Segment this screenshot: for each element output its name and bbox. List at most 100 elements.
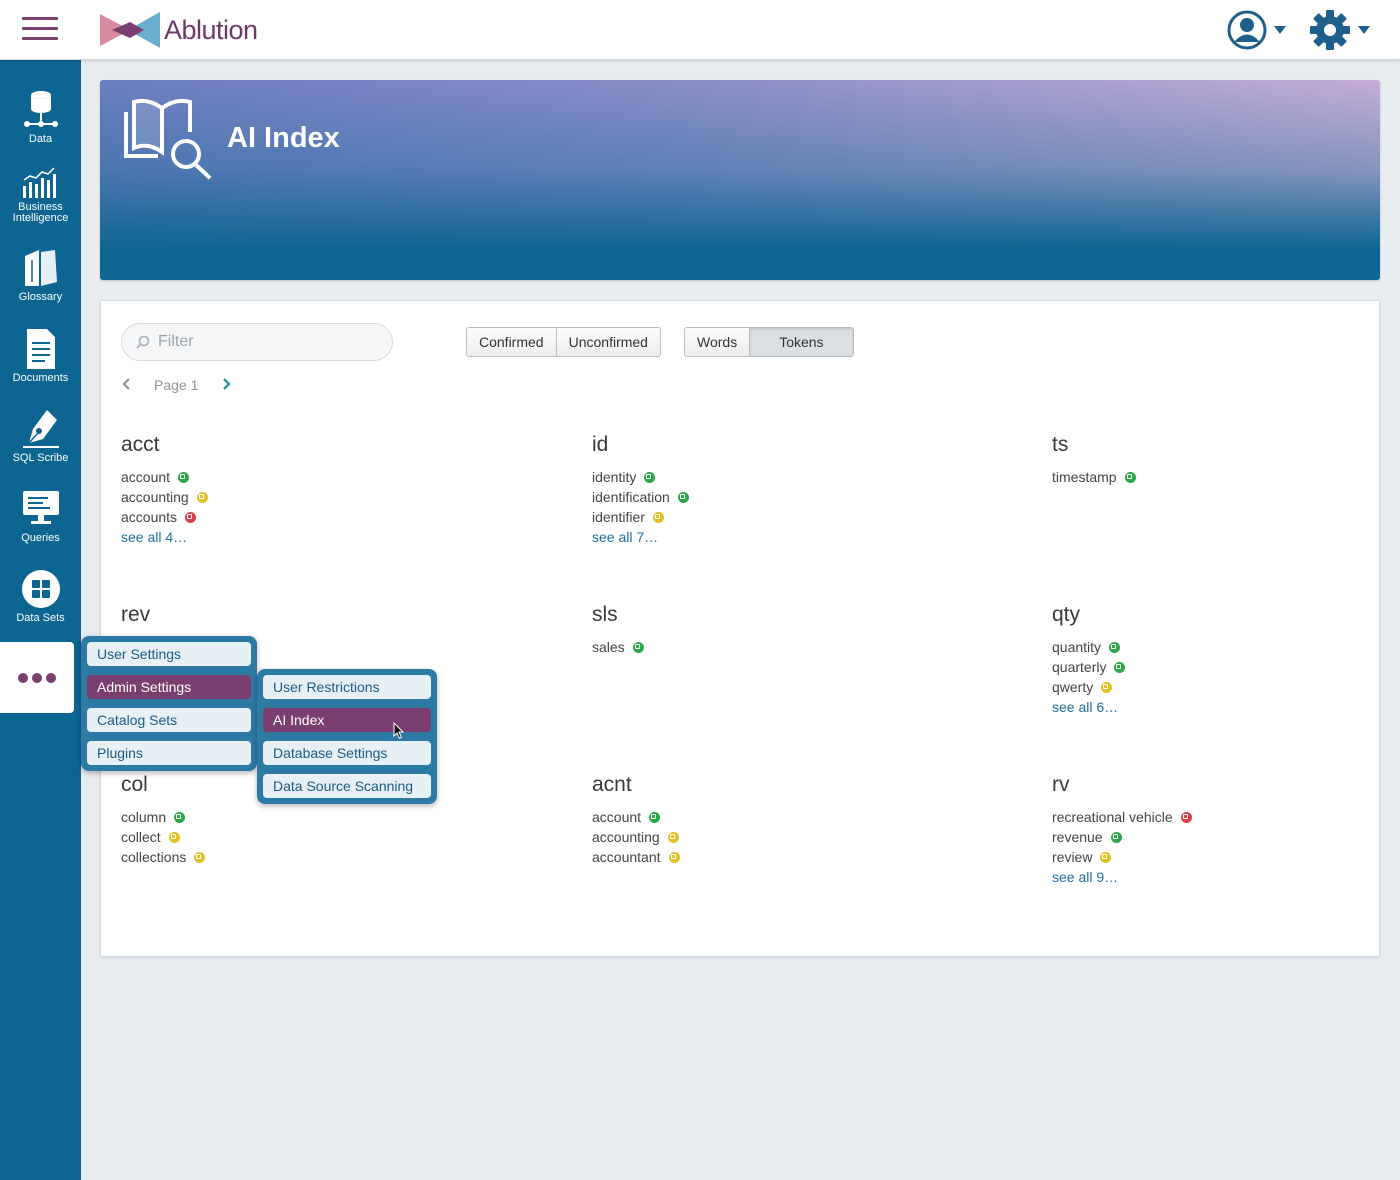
token-title[interactable]: rev	[121, 603, 191, 627]
token-title[interactable]: acct	[121, 433, 208, 457]
word-row[interactable]: timestamp	[1052, 467, 1136, 487]
see-all-link[interactable]: see all 6…	[1052, 697, 1125, 717]
settings-menu-button[interactable]	[1308, 8, 1370, 52]
word-row[interactable]: collect	[121, 827, 205, 847]
submenu-item-user-restrictions[interactable]: User Restrictions	[263, 675, 431, 699]
sidebar-item-data[interactable]: Data	[0, 88, 81, 145]
word-row[interactable]: collections	[121, 847, 206, 867]
sidebar-item-data-sets[interactable]: Data Sets	[0, 567, 81, 624]
sidebar-item-label: Glossary	[18, 291, 63, 303]
token-title[interactable]: col	[121, 773, 205, 797]
sidebar-item-business-intelligence[interactable]: Business Intelligence	[0, 166, 81, 224]
status-yellow-icon[interactable]	[667, 831, 679, 843]
status-red-icon[interactable]	[185, 511, 197, 523]
status-green-icon[interactable]	[644, 471, 656, 483]
monitor-icon	[22, 491, 59, 524]
word-row[interactable]: review	[1052, 847, 1192, 867]
status-toggle: Confirmed Unconfirmed	[466, 327, 661, 357]
submenu-item-data-source-scanning[interactable]: Data Source Scanning	[263, 774, 431, 798]
token-group: id identity identification identifier see al…	[592, 433, 689, 547]
word-row[interactable]: account	[592, 807, 680, 827]
app-logo[interactable]: Ablution	[100, 10, 258, 50]
words-button[interactable]: Words	[685, 328, 751, 356]
status-yellow-icon[interactable]	[652, 511, 664, 523]
status-yellow-icon[interactable]	[1100, 851, 1112, 863]
status-green-icon[interactable]	[677, 491, 689, 503]
word-row[interactable]: account	[121, 467, 208, 487]
status-green-icon[interactable]	[632, 641, 644, 653]
status-yellow-icon[interactable]	[196, 491, 208, 503]
status-yellow-icon[interactable]	[194, 851, 206, 863]
previous-page-button[interactable]	[121, 377, 141, 394]
word-row[interactable]: quarterly	[1052, 657, 1126, 677]
menu-item-plugins[interactable]: Plugins	[87, 741, 251, 765]
see-all-link[interactable]: see all 7…	[592, 527, 689, 547]
token-group: acnt account accounting accountant	[592, 773, 680, 867]
user-menu-button[interactable]	[1226, 9, 1288, 51]
pagination: Page 1	[121, 375, 242, 395]
word-label: accounts	[121, 509, 178, 525]
status-green-icon[interactable]	[1110, 831, 1122, 843]
word-row[interactable]: accounts	[121, 507, 208, 527]
sidebar-item-documents[interactable]: Documents	[0, 327, 81, 384]
menu-item-user-settings[interactable]: User Settings	[87, 642, 251, 666]
sidebar-item-queries[interactable]: Queries	[0, 487, 81, 544]
status-yellow-icon[interactable]	[168, 831, 180, 843]
status-green-icon[interactable]	[1124, 471, 1136, 483]
word-row[interactable]: sales	[592, 637, 644, 657]
document-icon	[26, 329, 55, 369]
word-row[interactable]: identifier	[592, 507, 689, 527]
word-row[interactable]: column	[121, 807, 205, 827]
token-title[interactable]: ts	[1052, 433, 1136, 457]
token-title[interactable]: sls	[592, 603, 644, 627]
hamburger-menu-icon[interactable]	[22, 17, 58, 43]
menu-item-admin-settings[interactable]: Admin Settings	[87, 675, 251, 699]
word-row[interactable]: identity	[592, 467, 689, 487]
see-all-link[interactable]: see all 4…	[121, 527, 208, 547]
token-title[interactable]: id	[592, 433, 689, 457]
filter-input[interactable]	[158, 333, 378, 351]
token-title[interactable]: rv	[1052, 773, 1192, 797]
submenu-item-database-settings[interactable]: Database Settings	[263, 741, 431, 765]
word-row[interactable]: qwerty	[1052, 677, 1125, 697]
word-label: recreational vehicle	[1052, 809, 1173, 825]
word-row[interactable]: recreational vehicle	[1052, 807, 1192, 827]
status-green-icon[interactable]	[1109, 641, 1121, 653]
more-button[interactable]	[0, 642, 74, 713]
ellipsis-icon	[18, 672, 28, 683]
token-title[interactable]: acnt	[592, 773, 680, 797]
unconfirmed-button[interactable]: Unconfirmed	[556, 328, 660, 356]
status-yellow-icon[interactable]	[668, 851, 680, 863]
word-row[interactable]: accounting	[121, 487, 208, 507]
status-green-icon[interactable]	[178, 471, 190, 483]
sidebar-item-glossary[interactable]: Glossary	[0, 246, 81, 303]
tokens-button[interactable]: Tokens	[750, 328, 853, 356]
page-title: AI Index	[227, 122, 340, 154]
word-label: quarterly	[1052, 659, 1107, 675]
submenu-item-ai-index[interactable]: AI Index	[263, 708, 431, 732]
word-row[interactable]: quantity	[1052, 637, 1125, 657]
filter-field[interactable]	[121, 323, 393, 361]
page-banner: AI Index	[100, 80, 1380, 280]
menu-item-catalog-sets[interactable]: Catalog Sets	[87, 708, 251, 732]
status-yellow-icon[interactable]	[1101, 681, 1113, 693]
status-red-icon[interactable]	[1180, 811, 1192, 823]
word-row[interactable]: identification	[592, 487, 689, 507]
left-sidebar: Data Business Intelligence Glossary Docu…	[0, 60, 81, 1180]
sidebar-item-sql-scribe[interactable]: SQL Scribe	[0, 407, 81, 464]
ellipsis-icon	[46, 672, 56, 683]
status-green-icon[interactable]	[649, 811, 661, 823]
word-row[interactable]: revenue	[1052, 827, 1192, 847]
token-title[interactable]: qty	[1052, 603, 1125, 627]
word-row[interactable]: accounting	[592, 827, 680, 847]
status-green-icon[interactable]	[174, 811, 186, 823]
confirmed-button[interactable]: Confirmed	[467, 328, 557, 356]
word-row[interactable]: accountant	[592, 847, 680, 867]
token-group: ts timestamp	[1052, 433, 1136, 487]
status-green-icon[interactable]	[1114, 661, 1126, 673]
see-all-link[interactable]: see all 9…	[1052, 867, 1192, 887]
word-label: collect	[121, 829, 161, 845]
next-page-button[interactable]	[222, 377, 242, 394]
word-label: timestamp	[1052, 469, 1117, 485]
chevron-down-icon	[1358, 26, 1370, 34]
